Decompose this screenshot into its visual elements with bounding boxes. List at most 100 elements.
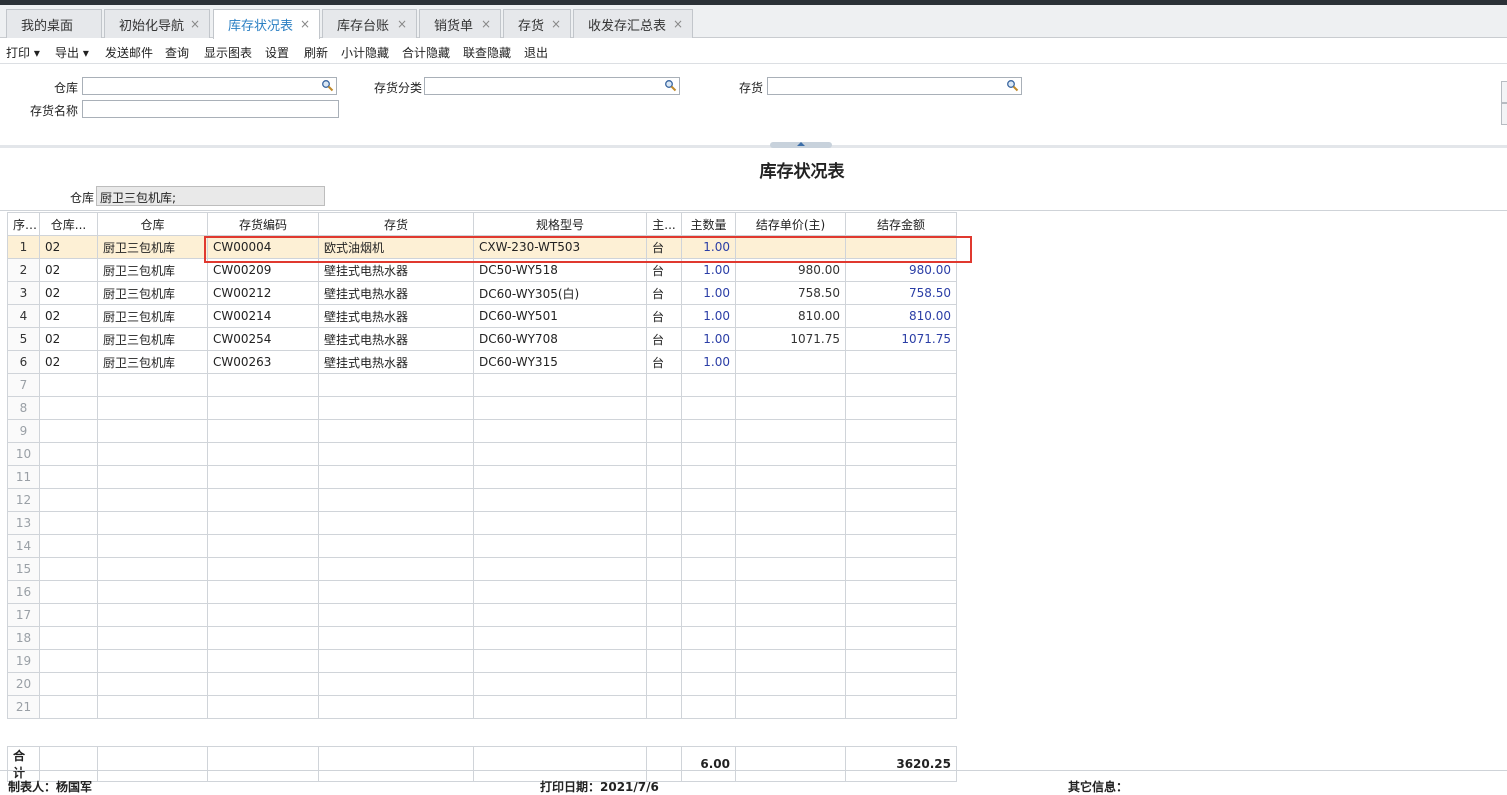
cell-empty[interactable] — [473, 488, 647, 512]
cell-empty[interactable] — [207, 465, 319, 489]
cell-empty[interactable] — [681, 465, 736, 489]
cell-warehouse[interactable]: 厨卫三包机库 — [97, 350, 208, 374]
collapse-arrow-icon[interactable] — [770, 142, 832, 148]
cell-seq[interactable]: 1 — [7, 235, 40, 259]
cell-empty[interactable] — [39, 626, 98, 650]
cell-empty[interactable] — [39, 373, 98, 397]
cell-warehouse-code[interactable]: 02 — [39, 304, 98, 328]
cell-empty[interactable] — [646, 488, 682, 512]
cell-empty[interactable] — [735, 465, 846, 489]
cell-amount[interactable]: 758.50 — [845, 281, 957, 305]
cell-warehouse[interactable]: 厨卫三包机库 — [97, 235, 208, 259]
export-button[interactable]: 导出 ▾ — [55, 44, 89, 61]
cell-item-code[interactable]: CW00263 — [207, 350, 319, 374]
cell-empty[interactable] — [735, 695, 846, 719]
table-row[interactable]: 8 — [7, 396, 957, 420]
cell-unit[interactable]: 台 — [646, 281, 682, 305]
cell-warehouse[interactable]: 厨卫三包机库 — [97, 327, 208, 351]
cell-empty[interactable] — [207, 373, 319, 397]
tab-my-desktop[interactable]: 我的桌面 — [6, 9, 102, 38]
cell-warehouse-code[interactable]: 02 — [39, 327, 98, 351]
cell-empty[interactable] — [646, 649, 682, 673]
cell-qty[interactable]: 1.00 — [681, 350, 736, 374]
cell-empty[interactable] — [845, 626, 957, 650]
cell-empty[interactable] — [681, 419, 736, 443]
cell-empty[interactable] — [318, 534, 474, 558]
cell-empty[interactable] — [207, 442, 319, 466]
cell-spec[interactable]: DC60-WY708 — [473, 327, 647, 351]
cell-item[interactable]: 壁挂式电热水器 — [318, 327, 474, 351]
cell-unit[interactable]: 台 — [646, 235, 682, 259]
cell-empty[interactable] — [681, 580, 736, 604]
cell-empty[interactable] — [473, 419, 647, 443]
cell-unit-price[interactable] — [735, 350, 846, 374]
cell-empty[interactable] — [318, 580, 474, 604]
cell-empty[interactable] — [646, 626, 682, 650]
cell-seq[interactable]: 18 — [7, 626, 40, 650]
cell-empty[interactable] — [681, 672, 736, 696]
table-row[interactable]: 14 — [7, 534, 957, 558]
close-icon[interactable]: × — [551, 17, 561, 31]
cell-seq[interactable]: 9 — [7, 419, 40, 443]
cell-empty[interactable] — [681, 695, 736, 719]
cell-item-code[interactable]: CW00254 — [207, 327, 319, 351]
cell-empty[interactable] — [473, 649, 647, 673]
cell-empty[interactable] — [681, 488, 736, 512]
cell-seq[interactable]: 13 — [7, 511, 40, 535]
cell-unit-price[interactable]: 810.00 — [735, 304, 846, 328]
cell-empty[interactable] — [39, 442, 98, 466]
cell-empty[interactable] — [39, 511, 98, 535]
lookup-icon[interactable] — [321, 79, 334, 92]
cell-empty[interactable] — [845, 442, 957, 466]
cell-item[interactable]: 欧式油烟机 — [318, 235, 474, 259]
cell-empty[interactable] — [473, 557, 647, 581]
cell-empty[interactable] — [646, 396, 682, 420]
cell-seq[interactable]: 11 — [7, 465, 40, 489]
cell-empty[interactable] — [39, 465, 98, 489]
cell-item-code[interactable]: CW00212 — [207, 281, 319, 305]
side-toggle-top[interactable] — [1501, 81, 1507, 103]
cell-seq[interactable]: 3 — [7, 281, 40, 305]
cell-empty[interactable] — [207, 580, 319, 604]
cell-empty[interactable] — [845, 419, 957, 443]
tab-sales-order[interactable]: 销货单 × — [419, 9, 501, 38]
col-qty[interactable]: 主数量 — [681, 212, 736, 236]
cell-unit-price[interactable]: 1071.75 — [735, 327, 846, 351]
tab-summary[interactable]: 收发存汇总表 × — [573, 9, 693, 38]
cell-empty[interactable] — [207, 557, 319, 581]
cell-spec[interactable]: CXW-230-WT503 — [473, 235, 647, 259]
cell-empty[interactable] — [735, 580, 846, 604]
cell-unit[interactable]: 台 — [646, 258, 682, 282]
table-row[interactable]: 10 — [7, 442, 957, 466]
cell-unit[interactable]: 台 — [646, 304, 682, 328]
cell-seq[interactable]: 20 — [7, 672, 40, 696]
cell-empty[interactable] — [845, 396, 957, 420]
exit-button[interactable]: 退出 — [524, 44, 548, 61]
cell-empty[interactable] — [646, 672, 682, 696]
cell-unit-price[interactable] — [735, 235, 846, 259]
tab-inventory-ledger[interactable]: 库存台账 × — [322, 9, 417, 38]
table-row[interactable]: 16 — [7, 580, 957, 604]
cell-empty[interactable] — [318, 649, 474, 673]
cell-empty[interactable] — [207, 488, 319, 512]
cell-empty[interactable] — [473, 672, 647, 696]
table-row[interactable]: 21 — [7, 695, 957, 719]
cell-empty[interactable] — [735, 534, 846, 558]
cell-empty[interactable] — [845, 580, 957, 604]
cell-warehouse[interactable]: 厨卫三包机库 — [97, 281, 208, 305]
cell-empty[interactable] — [735, 396, 846, 420]
tab-inventory[interactable]: 存货 × — [503, 9, 571, 38]
cell-empty[interactable] — [735, 557, 846, 581]
cell-empty[interactable] — [646, 511, 682, 535]
cell-empty[interactable] — [97, 373, 208, 397]
cell-empty[interactable] — [39, 557, 98, 581]
col-unit-price[interactable]: 结存单价(主) — [735, 212, 846, 236]
col-item[interactable]: 存货 — [318, 212, 474, 236]
cell-empty[interactable] — [681, 626, 736, 650]
cell-seq[interactable]: 10 — [7, 442, 40, 466]
cell-empty[interactable] — [318, 695, 474, 719]
cell-qty[interactable]: 1.00 — [681, 258, 736, 282]
cell-empty[interactable] — [39, 672, 98, 696]
table-row[interactable]: 17 — [7, 603, 957, 627]
cell-empty[interactable] — [97, 557, 208, 581]
